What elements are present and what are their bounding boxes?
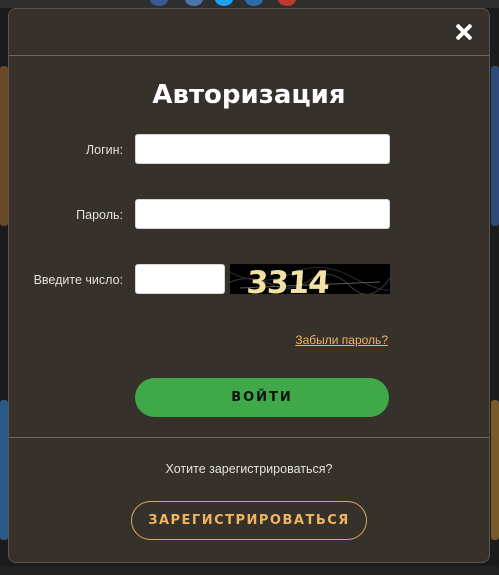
forgot-password-link[interactable]: Забыли пароль?: [295, 333, 388, 347]
password-input[interactable]: [135, 199, 390, 229]
captcha-image: 3314: [230, 264, 390, 294]
captcha-graphic: 3314: [230, 264, 390, 294]
background-thumbnail: [0, 66, 8, 226]
login-label: Логин:: [85, 143, 123, 157]
login-modal: Авторизация Логин: Пароль: Введите число…: [8, 8, 490, 563]
register-button[interactable]: ЗАРЕГИСТРИРОВАТЬСЯ: [131, 501, 367, 540]
register-prompt: Хотите зарегистрироваться?: [165, 462, 333, 476]
background-thumbnail: [0, 400, 8, 540]
captcha-label: Введите число:: [33, 273, 123, 287]
password-label: Пароль:: [76, 208, 123, 222]
close-icon[interactable]: [453, 21, 475, 43]
captcha-text: 3314: [245, 265, 330, 294]
register-divider: [9, 437, 489, 438]
login-button[interactable]: ВОЙТИ: [135, 378, 389, 417]
background-thumbnail: [491, 66, 499, 226]
header-divider: [9, 55, 489, 56]
background-bottom-strip: [0, 566, 499, 575]
login-input[interactable]: [135, 134, 390, 164]
modal-title: Авторизация: [152, 80, 346, 110]
background-thumbnail: [491, 400, 499, 540]
captcha-input[interactable]: [135, 264, 225, 294]
